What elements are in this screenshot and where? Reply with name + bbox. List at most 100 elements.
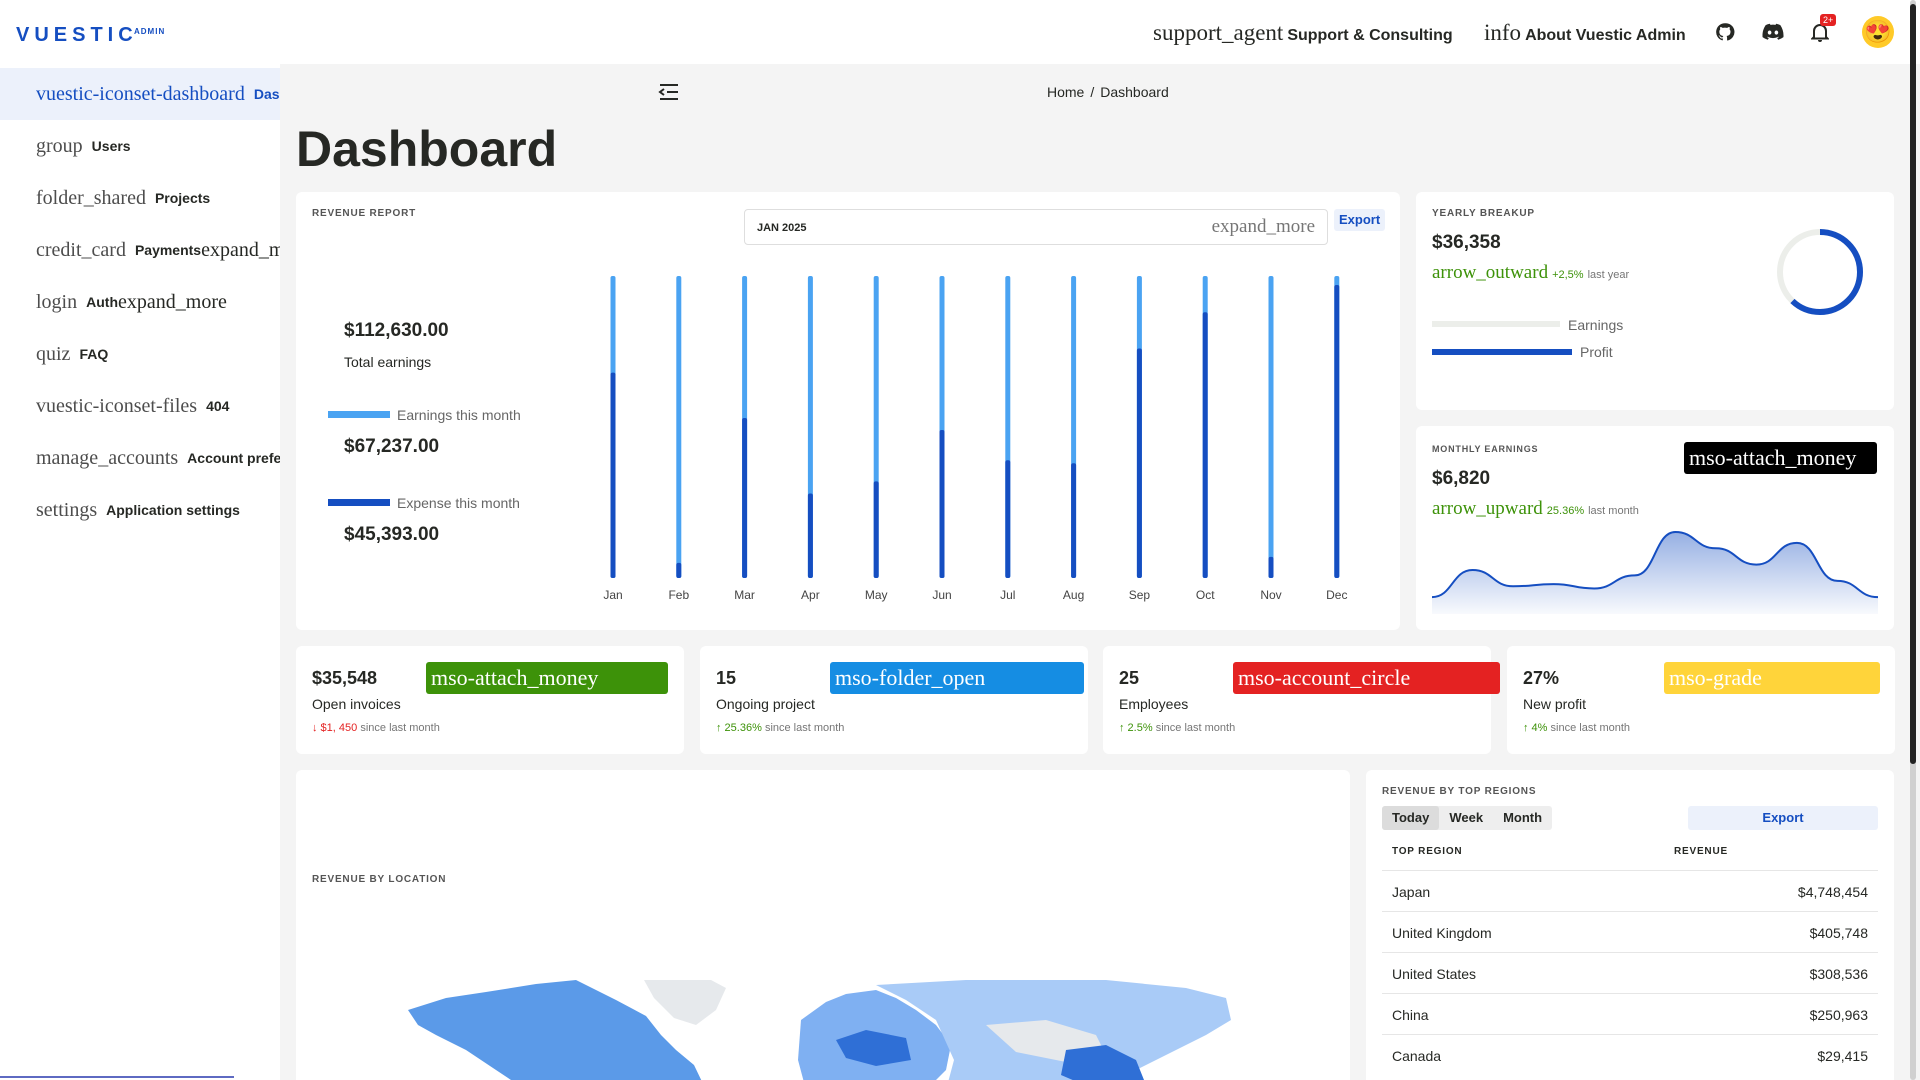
expense-legend-swatch <box>328 499 390 506</box>
region-revenue: $29,415 <box>1817 1048 1868 1064</box>
monthly-earnings-value: $6,820 <box>1432 468 1491 489</box>
sidebar-item-label: Auth <box>86 294 119 310</box>
x-tick-label: Oct <box>1196 588 1215 602</box>
region-name: China <box>1392 1007 1429 1023</box>
revenue-bar-chart: Jan Feb Mar Apr May Jun Jul Aug Sep Oct Nov Dec <box>603 276 1347 602</box>
x-tick-label: Nov <box>1260 588 1281 602</box>
world-map <box>408 980 1231 1080</box>
stat-change-value: ↑ 25.36% <box>716 722 762 734</box>
sidebar-item-0[interactable]: vuestic-iconset-dashboard Dashboard <box>0 68 280 120</box>
support-link[interactable]: support_agent Support & Consulting <box>1153 20 1453 46</box>
sparkline-area <box>1432 532 1878 614</box>
yearly-breakup-title: YEARLY BREAKUP <box>1432 208 1535 219</box>
sidebar-icon-1: group <box>36 134 83 157</box>
bar-expense-jun[interactable] <box>939 430 945 578</box>
expense-legend-label: Expense this month <box>397 495 520 511</box>
user-avatar[interactable]: 😍 <box>1862 16 1894 48</box>
chevron-down-icon[interactable]: expand_more <box>118 291 227 314</box>
bar-expense-mar[interactable] <box>742 417 748 578</box>
bar-expense-jul[interactable] <box>1005 460 1011 578</box>
sidebar-item-label: Payments <box>134 242 202 258</box>
bar-expense-dec[interactable] <box>1334 285 1340 578</box>
x-tick-label: Sep <box>1129 588 1151 602</box>
sidebar-icon-8: settings <box>36 498 98 521</box>
sidebar-item-label: Projects <box>154 190 211 206</box>
sidebar-icon-3: credit_card <box>36 238 126 261</box>
sidebar-item-8[interactable]: settings Application settings <box>0 484 280 536</box>
discord-icon[interactable] <box>1762 21 1784 43</box>
page-scrollbar-thumb[interactable] <box>1910 4 1916 764</box>
region-name: United Kingdom <box>1392 925 1492 941</box>
sidebar-item-7[interactable]: manage_accounts Account preferences <box>0 432 280 484</box>
sidebar: vuestic-iconset-dashboard Dashboard group U… <box>0 64 280 1080</box>
total-earnings-label: Total earnings <box>344 354 432 370</box>
region-name: Canada <box>1392 1048 1442 1064</box>
yearly-trend: arrow_outward +2,5% last year <box>1432 262 1629 284</box>
about-link[interactable]: info About Vuestic Admin <box>1484 20 1686 46</box>
support-label: Support & Consulting <box>1287 27 1453 44</box>
x-tick-label: May <box>865 588 888 602</box>
tab-today[interactable]: Today <box>1382 806 1440 830</box>
earnings-legend-swatch <box>328 411 390 418</box>
stat-label: Employees <box>1119 696 1189 712</box>
region-revenue: $4,748,454 <box>1797 884 1868 900</box>
stat-value: 15 <box>716 668 737 688</box>
chevron-down-icon: expand_more <box>1211 216 1315 237</box>
monthly-trend-text: last month <box>1588 505 1639 517</box>
bar-expense-sep[interactable] <box>1136 348 1142 578</box>
month-select-value: JAN 2025 <box>757 222 807 234</box>
stat-change: ↑ 25.36% since last month <box>716 722 844 734</box>
stat-change-suffix: since last month <box>1550 722 1631 734</box>
sidebar-item-label: FAQ <box>79 346 109 362</box>
menu-collapse-icon[interactable] <box>657 82 679 102</box>
monthly-earnings-title: MONTHLY EARNINGS <box>1432 444 1539 454</box>
sidebar-item-2[interactable]: folder_shared Projects <box>0 172 280 224</box>
bar-earnings-nov[interactable] <box>1268 276 1274 578</box>
breadcrumb: Home / Dashboard <box>1047 84 1169 100</box>
bar-expense-nov[interactable] <box>1268 556 1274 578</box>
stat-change-value: ↑ 4% <box>1523 722 1548 734</box>
table-row: Canada $29,415 <box>1382 1034 1878 1075</box>
bar-expense-apr[interactable] <box>807 493 813 578</box>
profit-legend-swatch <box>1432 349 1572 355</box>
sidebar-item-6[interactable]: vuestic-iconset-files 404 <box>0 380 280 432</box>
table-row: China $250,963 <box>1382 993 1878 1034</box>
x-tick-label: Jun <box>932 588 951 602</box>
x-tick-label: Jul <box>1000 588 1015 602</box>
stat-chip-icon: mso-attach_money <box>426 662 668 694</box>
month-select[interactable]: JAN 2025 expand_more <box>744 209 1328 245</box>
support-agent-icon: support_agent <box>1153 20 1284 45</box>
bar-expense-may[interactable] <box>873 481 879 578</box>
sidebar-item-4[interactable]: login Auth expand_more <box>0 276 280 328</box>
chevron-down-icon[interactable]: expand_more <box>201 239 280 262</box>
app-logo-sub: ADMIN <box>134 27 166 36</box>
regions-export-button[interactable]: Export <box>1688 806 1878 830</box>
stat-card: 15 mso-folder_open Ongoing project ↑ 25.36%… <box>700 646 1088 754</box>
info-icon: info <box>1484 20 1522 45</box>
region-revenue: $250,963 <box>1809 1007 1868 1023</box>
bar-earnings-feb[interactable] <box>676 276 682 578</box>
sidebar-item-5[interactable]: quiz FAQ <box>0 328 280 380</box>
sidebar-item-1[interactable]: group Users <box>0 120 280 172</box>
earnings-month-value: $67,237.00 <box>344 436 440 457</box>
tab-month[interactable]: Month <box>1493 806 1552 830</box>
expense-month-value: $45,393.00 <box>344 524 440 545</box>
bar-expense-feb[interactable] <box>676 562 682 578</box>
bar-expense-oct[interactable] <box>1202 312 1208 578</box>
bar-expense-aug[interactable] <box>1071 463 1077 578</box>
stat-card: $35,548 mso-attach_money Open invoices ↓ $1… <box>296 646 684 754</box>
sidebar-item-3[interactable]: credit_card Paymentsexpand_more <box>0 224 280 276</box>
tab-week[interactable]: Week <box>1439 806 1493 830</box>
github-icon[interactable] <box>1714 21 1736 43</box>
sidebar-icon-2: folder_shared <box>36 186 146 209</box>
stat-chip-icon: mso-grade <box>1664 662 1880 694</box>
map-greenland[interactable] <box>644 980 726 1025</box>
revenue-export-button[interactable]: Export <box>1334 209 1386 231</box>
app-logo[interactable]: VUESTIC <box>16 24 138 47</box>
stat-card: 27% mso-grade New profit ↑ 4% since last mo… <box>1507 646 1895 754</box>
breadcrumb-home[interactable]: Home <box>1047 84 1084 100</box>
yearly-profit-legend: Profit <box>1580 344 1613 360</box>
table-row: United Kingdom $405,748 <box>1382 911 1878 952</box>
breadcrumb-current: Dashboard <box>1100 84 1169 100</box>
bar-expense-jan[interactable] <box>610 372 616 578</box>
